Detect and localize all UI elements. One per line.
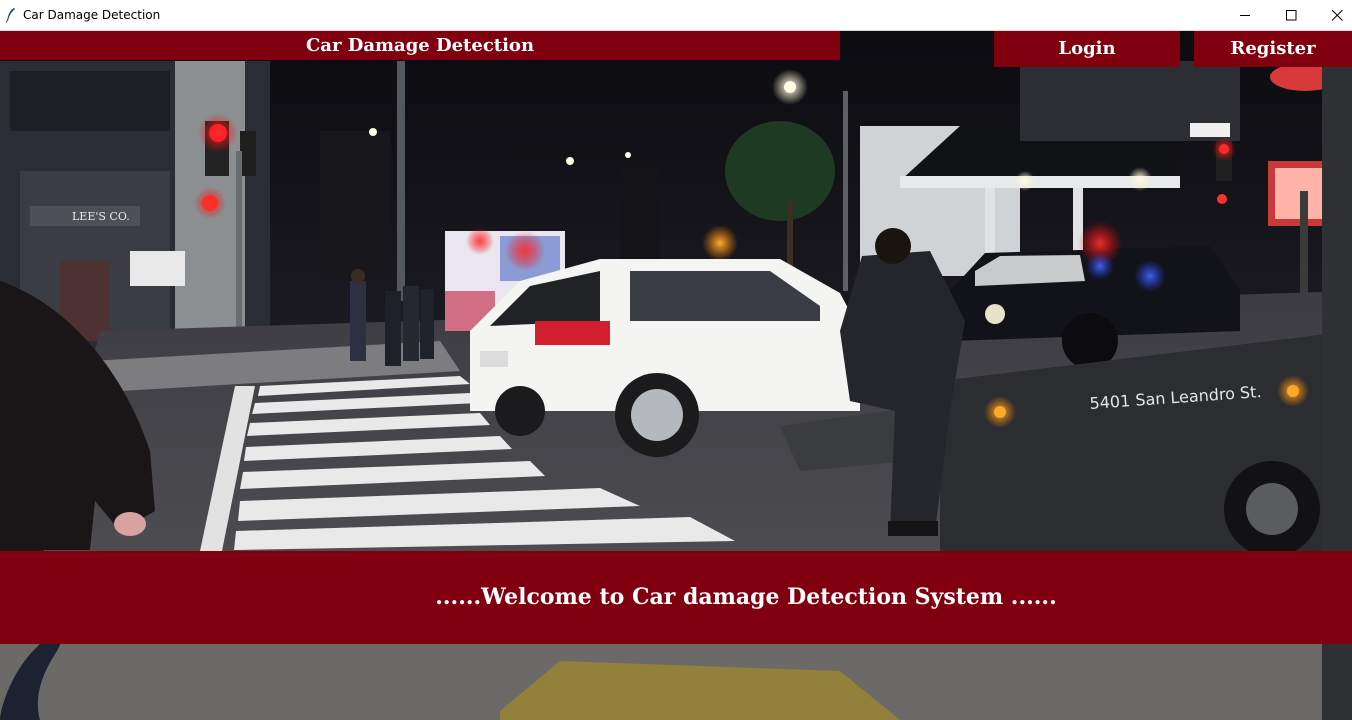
- login-button[interactable]: Login: [994, 31, 1180, 67]
- feather-icon: [5, 7, 17, 23]
- welcome-message: ......Welcome to Car damage Detection Sy…: [0, 551, 1352, 644]
- app-header-title: Car Damage Detection: [0, 31, 840, 60]
- register-button[interactable]: Register: [1194, 31, 1352, 67]
- maximize-button[interactable]: [1268, 0, 1314, 30]
- minimize-icon: [1240, 15, 1250, 16]
- window-title: Car Damage Detection: [23, 8, 161, 22]
- maximize-icon: [1286, 10, 1297, 21]
- minimize-button[interactable]: [1222, 0, 1268, 30]
- store-sign: LEE'S CO.: [72, 210, 130, 223]
- window-titlebar: Car Damage Detection: [0, 0, 1352, 31]
- close-icon: [1332, 10, 1343, 21]
- close-button[interactable]: [1314, 0, 1352, 30]
